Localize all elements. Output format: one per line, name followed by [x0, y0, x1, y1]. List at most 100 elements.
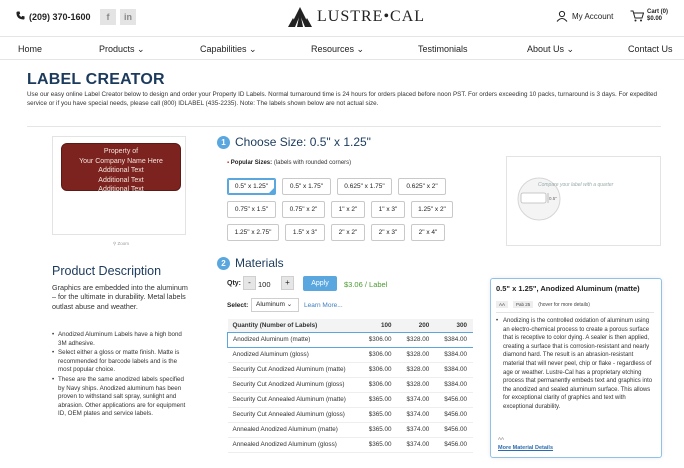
nav-resources[interactable]: Resources ⌄ [311, 44, 364, 55]
table-row[interactable]: Security Cut Annealed Aluminum (matte) $… [227, 392, 473, 408]
my-account-link[interactable]: My Account [556, 10, 613, 22]
quarter-compare-icon [517, 177, 561, 221]
material-details-body: • Anodizing is the controlled oxidation … [496, 317, 654, 412]
divider [27, 126, 661, 127]
table-cell: $374.00 [397, 422, 436, 438]
logo-mark-icon [288, 7, 312, 27]
material-code-chip: AA [496, 301, 509, 308]
size-option-1x2[interactable]: 1" x 2" [331, 201, 365, 218]
size-option-0.5x1.25[interactable]: 0.5" x 1.25" [227, 178, 276, 195]
phone-number[interactable]: (209) 370-1600 [16, 11, 91, 22]
cart-link[interactable]: Cart (0) $0.00 [630, 9, 668, 23]
table-row[interactable]: Security Cut Annealed Aluminum (gloss) $… [227, 407, 473, 423]
table-cell: $306.00 [359, 362, 398, 378]
table-cell: $306.00 [359, 347, 398, 363]
material-pab-chip: Pab 25 [513, 301, 534, 308]
list-item: Anodized Aluminum Labels have a high bon… [52, 331, 192, 348]
material-details-meta: AA Pab 25 (hover for more details) [496, 301, 590, 308]
material-details-footer: AA [498, 436, 505, 441]
size-option-2x4[interactable]: 2" x 4" [411, 224, 445, 241]
table-row[interactable]: Security Cut Anodized Aluminum (matte) $… [227, 362, 473, 378]
facebook-icon[interactable]: f [100, 9, 116, 25]
table-cell: $374.00 [397, 407, 436, 423]
table-cell: $384.00 [435, 362, 473, 378]
main-nav: Home Products ⌄ Capabilities ⌄ Resources… [0, 36, 684, 60]
nav-home[interactable]: Home [18, 44, 42, 54]
table-header: Quantity (Number of Labels) [227, 319, 360, 332]
qty-increment-button[interactable]: + [281, 276, 294, 290]
linkedin-icon[interactable]: in [120, 9, 136, 25]
hover-hint: (hover for more details) [538, 301, 590, 308]
size-option-0.75x1.5[interactable]: 0.75" x 1.5" [227, 201, 276, 218]
table-row[interactable]: Anodized Aluminum (gloss) $306.00 $328.0… [227, 347, 473, 363]
table-cell: Security Cut Annealed Aluminum (matte) [227, 392, 360, 408]
table-cell: $306.00 [359, 377, 398, 393]
apply-button[interactable]: Apply [303, 276, 337, 291]
table-cell: $384.00 [435, 331, 473, 348]
step-2-title: Materials [235, 256, 284, 270]
table-cell: $365.00 [359, 392, 398, 408]
nav-contact-us[interactable]: Contact Us [628, 44, 673, 54]
table-cell: $456.00 [435, 422, 473, 438]
size-option-1.25x2.75[interactable]: 1.25" x 2.75" [227, 224, 279, 241]
size-option-0.75x2[interactable]: 0.75" x 2" [282, 201, 325, 218]
material-select[interactable]: Aluminum ⌄ [251, 298, 299, 312]
qty-decrement-button[interactable]: - [243, 276, 256, 290]
compare-text: Compare your label with a quarter [538, 182, 614, 188]
page-intro: Use our easy online Label Creator below … [27, 91, 658, 107]
label-line: Property of [103, 148, 139, 155]
table-cell: Annealed Anodized Aluminum (matte) [227, 422, 360, 438]
zoom-label: Zoom [117, 241, 130, 246]
page-title: LABEL CREATOR [27, 71, 165, 88]
label-preview[interactable]: Property of Your Company Name Here Addit… [61, 143, 181, 193]
qty-label: Qty: [227, 280, 241, 287]
step-1-badge: 1 [217, 136, 230, 149]
table-cell: $328.00 [397, 362, 436, 378]
size-option-0.625x2[interactable]: 0.625" x 2" [398, 178, 446, 195]
table-row[interactable]: Annealed Anodized Aluminum (gloss) $365.… [227, 437, 473, 453]
table-cell: Security Cut Anodized Aluminum (gloss) [227, 377, 360, 393]
cart-icon [630, 10, 644, 22]
table-cell: $365.00 [359, 407, 398, 423]
nav-about-us[interactable]: About Us ⌄ [527, 44, 574, 55]
phone-text: (209) 370-1600 [29, 11, 91, 22]
table-cell: $328.00 [397, 377, 436, 393]
material-details-title: 0.5" x 1.25", Anodized Aluminum (matte) [496, 284, 640, 293]
nav-products[interactable]: Products ⌄ [99, 44, 145, 55]
learn-more-link[interactable]: Learn More... [304, 302, 343, 309]
site-logo[interactable]: LUSTRE•CAL [287, 6, 425, 28]
step-1-title: Choose Size: 0.5" x 1.25" [235, 135, 371, 149]
list-item: Select either a gloss or matte finish. M… [52, 349, 192, 375]
size-compare-box [506, 156, 661, 246]
table-header: 200 [397, 319, 436, 332]
table-row[interactable]: Security Cut Anodized Aluminum (gloss) $… [227, 377, 473, 393]
label-line: Additional Text [98, 186, 144, 193]
table-cell: $456.00 [435, 392, 473, 408]
size-option-1.5x3[interactable]: 1.5" x 3" [285, 224, 325, 241]
step-2-badge: 2 [217, 257, 230, 270]
size-option-0.625x1.75[interactable]: 0.625" x 1.75" [337, 178, 392, 195]
compare-dimension: 0.5" [549, 196, 557, 201]
table-cell: $306.00 [359, 331, 398, 348]
table-header-row: Quantity (Number of Labels) 100 200 300 [227, 319, 473, 332]
size-option-2x3[interactable]: 2" x 3" [371, 224, 405, 241]
table-cell: Anodized Aluminum (matte) [226, 331, 360, 348]
size-option-2x2[interactable]: 2" x 2" [331, 224, 365, 241]
price-per-label: $3.06 / Label [344, 280, 388, 289]
size-option-0.5x1.75[interactable]: 0.5" x 1.75" [282, 178, 331, 195]
table-row[interactable]: Anodized Aluminum (matte) $306.00 $328.0… [226, 331, 473, 348]
table-cell: $374.00 [397, 392, 436, 408]
table-row[interactable]: Annealed Anodized Aluminum (matte) $365.… [227, 422, 473, 438]
my-account-label: My Account [572, 11, 614, 21]
popular-sizes-note: (labels with rounded corners) [273, 160, 352, 166]
logo-text: LUSTRE•CAL [317, 8, 426, 25]
qty-input[interactable]: 100 [258, 280, 271, 289]
nav-capabilities[interactable]: Capabilities ⌄ [200, 44, 257, 55]
zoom-link[interactable]: ⚲ Zoom [113, 241, 129, 247]
size-option-1x3[interactable]: 1" x 3" [371, 201, 405, 218]
more-material-details-link[interactable]: More Material Details [498, 445, 553, 451]
nav-testimonials[interactable]: Testimonials [418, 44, 468, 54]
popular-sizes-label: ▪ Popular Sizes: (labels with rounded co… [227, 160, 351, 166]
product-description-title: Product Description [52, 264, 162, 278]
size-option-1.25x2[interactable]: 1.25" x 2" [411, 201, 453, 218]
